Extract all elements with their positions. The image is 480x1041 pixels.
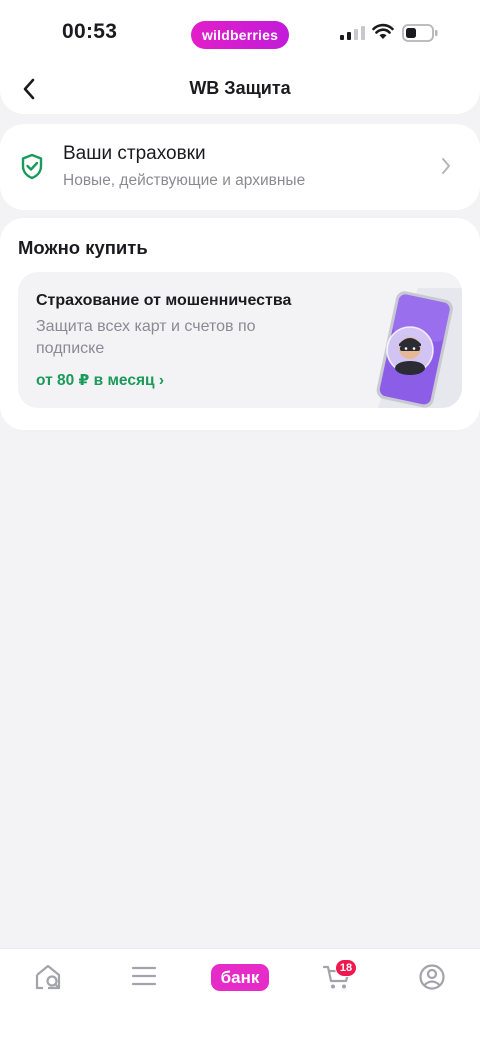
profile-icon[interactable] xyxy=(418,963,446,991)
fraud-insurance-offer-card[interactable]: Страхование от мошенничества Защита всех… xyxy=(18,272,462,408)
status-time: 00:53 xyxy=(62,20,118,43)
battery-icon xyxy=(402,24,438,42)
page-title: WB Защита xyxy=(189,78,291,98)
offer-title: Страхование от мошенничества xyxy=(36,292,292,309)
offer-description: Защита всех карт и счетов по подписке xyxy=(36,318,256,357)
cellular-signal-icon xyxy=(340,26,365,40)
cart-count-badge: 18 xyxy=(335,959,357,977)
top-nav-bar: WB Защита xyxy=(0,64,480,114)
my-insurances-item[interactable]: Ваши страховки Новые, действующие и архи… xyxy=(0,124,480,210)
wifi-icon xyxy=(372,23,394,39)
brand-pill: wildberries xyxy=(191,21,289,49)
menu-icon[interactable] xyxy=(131,963,157,989)
tab-bank[interactable]: банк xyxy=(211,964,269,991)
offer-price-link[interactable]: от 80 ₽ в месяц › xyxy=(36,371,164,390)
phone-thief-illustration xyxy=(376,288,462,408)
home-search-icon[interactable] xyxy=(34,963,64,991)
my-insurances-subtitle: Новые, действующие и архивные xyxy=(63,172,306,189)
section-title: Можно купить xyxy=(18,237,148,258)
my-insurances-title: Ваши страховки xyxy=(63,143,206,164)
shield-check-icon xyxy=(21,153,43,180)
bottom-tab-bar: банк 18 xyxy=(0,948,480,1041)
chevron-right-icon xyxy=(442,158,450,174)
status-bar: 00:53 wildberries xyxy=(0,0,480,64)
can-buy-section: Можно купить Страхование от мошенничеств… xyxy=(0,218,480,430)
